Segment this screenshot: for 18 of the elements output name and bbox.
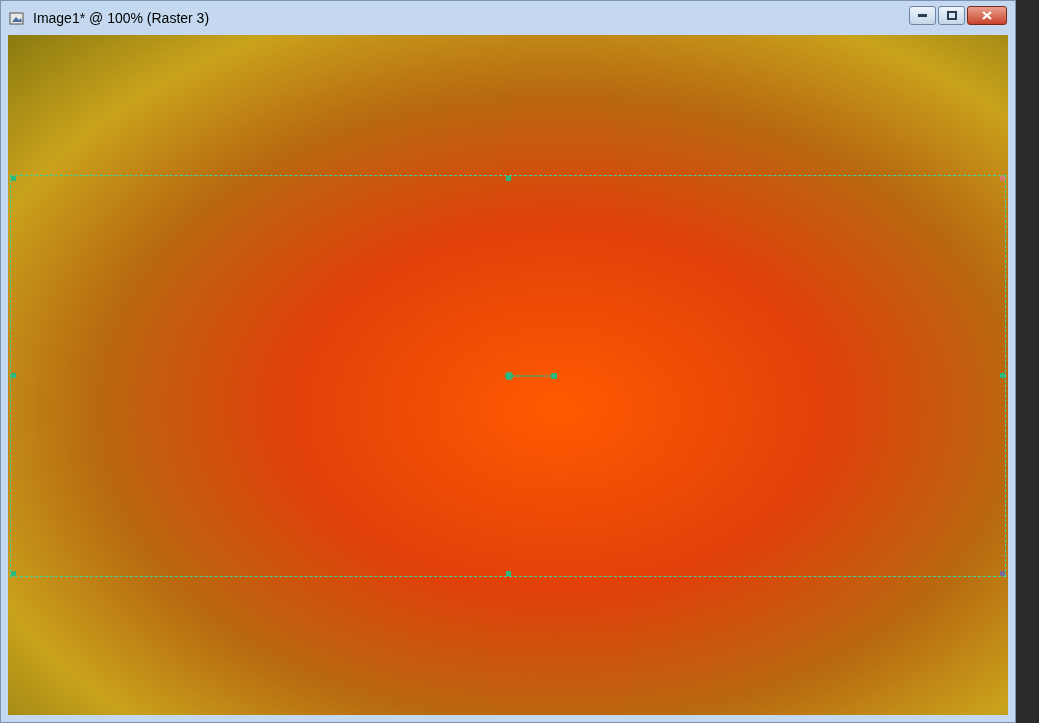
rotation-handle[interactable] (504, 371, 560, 381)
close-icon (982, 10, 992, 20)
maximize-icon (946, 10, 957, 20)
resize-handle[interactable] (506, 571, 511, 576)
image-file-icon (9, 10, 25, 26)
maximize-button[interactable] (938, 5, 965, 25)
selection-marquee[interactable] (10, 175, 1006, 577)
minimize-icon (918, 13, 927, 17)
minimize-button[interactable] (909, 5, 936, 25)
resize-handle[interactable] (11, 373, 16, 378)
resize-handle[interactable] (11, 176, 16, 181)
resize-handle[interactable] (11, 571, 16, 576)
resize-handle[interactable] (1000, 176, 1005, 181)
resize-handle[interactable] (1000, 373, 1005, 378)
resize-handle[interactable] (506, 176, 511, 181)
resize-handle[interactable] (1000, 571, 1005, 576)
window-title: Image1* @ 100% (Raster 3) (33, 8, 210, 28)
close-button[interactable] (967, 5, 1007, 25)
